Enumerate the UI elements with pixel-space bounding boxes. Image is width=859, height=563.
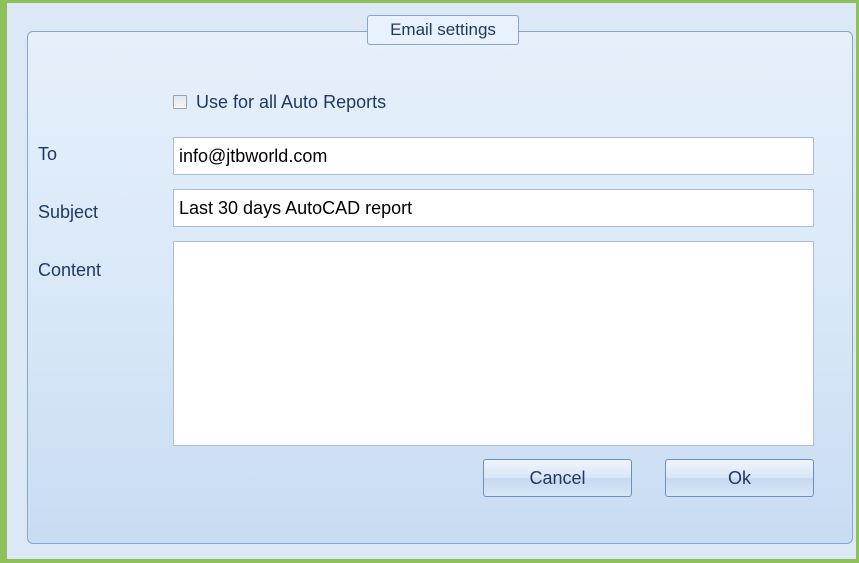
email-settings-group: Use for all Auto Reports To info@jtbworl… bbox=[27, 31, 853, 544]
cancel-button[interactable]: Cancel bbox=[483, 459, 632, 497]
use-for-all-row[interactable]: Use for all Auto Reports bbox=[173, 90, 386, 114]
group-title: Email settings bbox=[367, 15, 519, 45]
use-for-all-checkbox[interactable] bbox=[173, 95, 187, 109]
content-textarea[interactable] bbox=[173, 241, 814, 446]
email-settings-window: Email settings Use for all Auto Reports … bbox=[0, 0, 859, 563]
subject-input[interactable]: Last 30 days AutoCAD report bbox=[173, 189, 814, 227]
to-input[interactable]: info@jtbworld.com bbox=[173, 137, 814, 175]
subject-label: Subject bbox=[38, 202, 99, 222]
to-label: To bbox=[38, 144, 58, 164]
use-for-all-label: Use for all Auto Reports bbox=[196, 91, 387, 112]
ok-button[interactable]: Ok bbox=[665, 459, 814, 497]
content-label: Content bbox=[38, 260, 102, 280]
